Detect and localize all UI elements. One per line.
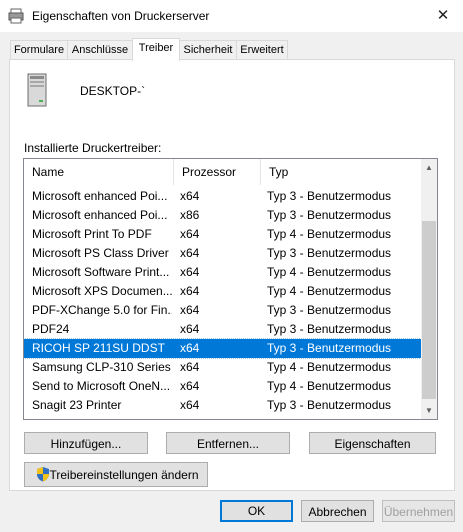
tab-erweitert[interactable]: Erweitert <box>236 40 288 60</box>
driver-processor: x64 <box>180 284 200 298</box>
apply-button[interactable]: Übernehmen <box>382 500 455 522</box>
column-header-processor[interactable]: Prozessor <box>174 159 261 185</box>
driver-row[interactable]: Samsung CLP-310 Series ... x64 Typ 4 - Ben… <box>24 358 421 377</box>
driver-processor: x64 <box>180 189 200 203</box>
driver-row[interactable]: PDF-XChange 5.0 for Fin... x64 Typ 3 - Ben… <box>24 301 421 320</box>
driver-type: Typ 4 - Benutzermodus <box>267 265 392 279</box>
title-bar: Eigenschaften von Druckerserver ✕ <box>0 0 463 32</box>
vertical-scrollbar[interactable]: ▲ ▼ <box>421 159 437 419</box>
driver-row[interactable]: Microsoft enhanced Poi... x64 Typ 3 - Benu… <box>24 187 421 206</box>
driver-row[interactable]: Microsoft Print To PDF x64 Typ 4 - Benutze… <box>24 225 421 244</box>
driver-type: Typ 4 - Benutzermodus <box>267 360 392 374</box>
tab-treiber[interactable]: Treiber <box>132 38 180 61</box>
driver-name: Snagit 23 Printer <box>32 398 122 412</box>
tab-formulare[interactable]: Formulare <box>10 40 68 60</box>
driver-list[interactable]: Name Prozessor Typ Microsoft enhanced Po… <box>23 158 438 420</box>
server-name: DESKTOP-` <box>80 84 146 98</box>
driver-row[interactable]: RICOH SP 211SU DDST x64 Typ 3 - Benutzermo… <box>24 338 422 359</box>
driver-row[interactable]: Send to Microsoft OneN... x64 Typ 4 - Benu… <box>24 377 421 396</box>
add-button[interactable]: Hinzufügen... <box>24 432 148 454</box>
column-header-type[interactable]: Typ <box>261 159 421 185</box>
change-driver-settings-label: Treibereinstellungen ändern <box>49 468 199 482</box>
driver-name: Samsung CLP-310 Series ... <box>32 360 172 374</box>
driver-processor: x64 <box>180 265 200 279</box>
scroll-up-arrow-icon[interactable]: ▲ <box>421 159 437 176</box>
driver-row[interactable]: Microsoft XPS Documen... x64 Typ 4 - Benut… <box>24 282 421 301</box>
driver-type: Typ 3 - Benutzermodus <box>267 208 392 222</box>
driver-row[interactable]: PDF24 x64 Typ 3 - Benutzermodus <box>24 320 421 339</box>
driver-processor: x86 <box>180 208 200 222</box>
driver-type: Typ 4 - Benutzermodus <box>267 284 392 298</box>
driver-name: Microsoft enhanced Poi... <box>32 189 168 203</box>
scroll-down-arrow-icon[interactable]: ▼ <box>421 402 437 419</box>
driver-name: Microsoft Software Print... <box>32 265 170 279</box>
driver-name: Microsoft enhanced Poi... <box>32 208 168 222</box>
installed-drivers-label: Installierte Druckertreiber: <box>24 141 162 155</box>
column-header-name[interactable]: Name <box>24 159 174 185</box>
computer-tower-icon <box>27 73 47 107</box>
remove-button[interactable]: Entfernen... <box>166 432 290 454</box>
driver-type: Typ 3 - Benutzermodus <box>267 398 392 412</box>
driver-type: Typ 3 - Benutzermodus <box>267 303 392 317</box>
driver-row[interactable]: Microsoft enhanced Poi... x86 Typ 3 - Benu… <box>24 206 421 225</box>
driver-name: Send to Microsoft OneN... <box>32 379 171 393</box>
uac-shield-icon <box>37 467 49 482</box>
driver-processor: x64 <box>180 379 200 393</box>
driver-processor: x64 <box>180 322 200 336</box>
ok-button[interactable]: OK <box>220 500 293 522</box>
window-title: Eigenschaften von Druckerserver <box>32 9 210 23</box>
driver-processor: x64 <box>180 227 200 241</box>
driver-name: RICOH SP 211SU DDST <box>32 341 165 355</box>
change-driver-settings-button[interactable]: Treibereinstellungen ändern <box>24 462 208 487</box>
tab-sicherheit[interactable]: Sicherheit <box>179 40 237 60</box>
driver-row[interactable]: Microsoft Software Print... x64 Typ 4 - Be… <box>24 263 421 282</box>
cancel-button[interactable]: Abbrechen <box>301 500 374 522</box>
driver-processor: x64 <box>180 246 200 260</box>
printer-server-icon <box>8 8 24 24</box>
driver-processor: x64 <box>180 360 200 374</box>
driver-type: Typ 3 - Benutzermodus <box>267 246 392 260</box>
driver-type: Typ 3 - Benutzermodus <box>267 341 392 355</box>
driver-type: Typ 3 - Benutzermodus <box>267 189 392 203</box>
driver-name: PDF24 <box>32 322 70 336</box>
driver-name: Microsoft Print To PDF <box>32 227 152 241</box>
driver-type: Typ 4 - Benutzermodus <box>267 227 392 241</box>
driver-row[interactable]: Microsoft PS Class Driver x64 Typ 3 - Benu… <box>24 244 421 263</box>
driver-name: Microsoft PS Class Driver <box>32 246 169 260</box>
driver-processor: x64 <box>180 303 200 317</box>
scroll-thumb[interactable] <box>422 221 436 399</box>
driver-row[interactable]: Snagit 23 Printer x64 Typ 3 - Benutzermodu… <box>24 396 421 415</box>
driver-processor: x64 <box>180 341 200 355</box>
driver-name: Microsoft XPS Documen... <box>32 284 172 298</box>
close-button[interactable]: ✕ <box>430 4 456 28</box>
tab-anschluesse[interactable]: Anschlüsse <box>67 40 133 60</box>
properties-button[interactable]: Eigenschaften <box>309 432 436 454</box>
driver-type: Typ 3 - Benutzermodus <box>267 322 392 336</box>
driver-name: PDF-XChange 5.0 for Fin... <box>32 303 172 317</box>
driver-type: Typ 4 - Benutzermodus <box>267 379 392 393</box>
driver-processor: x64 <box>180 398 200 412</box>
list-header: Name Prozessor Typ <box>24 159 421 185</box>
